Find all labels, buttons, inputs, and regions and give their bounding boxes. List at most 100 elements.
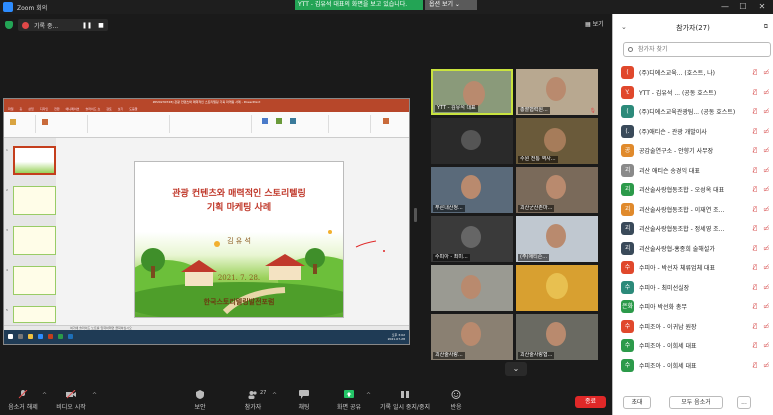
participant-row[interactable]: 괴 괴산 애티슨 송경익 대표 🎙̸ ▭̸ [621,161,771,180]
video-off-icon[interactable]: ▭̸ [763,225,769,232]
chat-button[interactable]: 채팅 [294,390,314,411]
participant-row[interactable]: 괴 괴산술사랑협동조합 - 이재연 조... 🎙̸ ▭̸ [621,200,771,219]
video-off-icon[interactable]: ▭̸ [763,342,769,349]
video-tile[interactable]: 수피아 - 최미... [431,216,513,262]
participant-search-input[interactable] [623,42,771,57]
video-off-icon[interactable]: ▭̸ [763,323,769,330]
video-off-icon[interactable]: ▭̸ [763,362,769,369]
participant-row[interactable]: ((주)디에스교육관광팀... (공동 호스트) 🎙̸ ▭̸ [621,102,771,121]
reactions-button[interactable]: 반응 [446,390,466,411]
video-tile[interactable] [431,118,513,164]
video-off-icon[interactable]: ▭̸ [763,245,769,252]
minimize-button[interactable]: — [718,1,732,12]
muted-mic-icon[interactable]: 🎙̸ [753,303,757,310]
muted-mic-icon[interactable]: 🎙̸ [753,206,757,213]
participant-row[interactable]: (. (주)애티슨 - 관광 개발이사 🎙̸ ▭̸ [621,122,771,141]
muted-mic-icon[interactable]: 🎙̸ [753,69,757,76]
view-options-button[interactable]: 옵션 보기 ⌄ [425,0,477,10]
participant-row[interactable]: 괴 괴산술사랑협-홍종희 술해설가 🎙̸ ▭̸ [621,239,771,258]
chrome-app-icon[interactable] [58,334,63,339]
muted-mic-icon[interactable]: 🎙̸ [753,342,757,349]
muted-mic-icon[interactable]: 🎙̸ [753,128,757,135]
security-button[interactable]: 보안 [190,390,210,411]
slide-thumbnail[interactable] [13,186,56,215]
video-off-icon[interactable]: ▭̸ [763,264,769,271]
muted-mic-icon[interactable]: 🎙̸ [753,264,757,271]
stop-recording-button[interactable]: ■ [96,22,106,29]
security-shield-icon[interactable] [5,21,13,29]
muted-mic-icon[interactable]: 🎙̸ [753,167,757,174]
video-off-icon[interactable]: ▭̸ [763,69,769,76]
slide-thumbnail[interactable] [13,306,56,323]
muted-mic-icon[interactable]: 🎙̸ [753,186,757,193]
video-tile[interactable]: 괴산군산촌마... [516,167,598,213]
video-tile[interactable] [431,265,513,311]
word-app-icon[interactable] [68,334,73,339]
video-tile[interactable]: YTT - 김유석 대표 [431,69,513,115]
pause-stop-recording-button[interactable]: 기록 일시 중지/중지 [376,390,434,411]
video-tile[interactable]: 수원 전통 역사... [516,118,598,164]
share-options-caret-icon[interactable]: ^ [366,392,371,399]
video-off-icon[interactable]: ▭̸ [763,89,769,96]
slide-thumbnail[interactable] [13,266,56,295]
muted-mic-icon[interactable]: 🎙̸ [753,89,757,96]
video-tile[interactable] [516,265,598,311]
slide-thumbnail[interactable] [13,226,56,255]
video-off-icon[interactable]: ▭̸ [763,147,769,154]
participant-row[interactable]: 수 수피조아 - 이귀남 원장 🎙̸ ▭̸ [621,317,771,336]
video-tile[interactable]: (주)애티슨... [516,216,598,262]
gallery-scroll-down-button[interactable]: ⌄ [505,362,527,376]
participant-row[interactable]: 수 수피조아 - 이희세 대표 🎙̸ ▭̸ [621,356,771,375]
video-options-caret-icon[interactable]: ^ [92,392,97,399]
invite-button[interactable]: 초대 [623,396,651,409]
slide-thumbnail[interactable] [13,146,56,175]
video-tile-name: 총괄협력원... [518,107,550,114]
windows-start-icon[interactable] [8,334,13,339]
participant-row[interactable]: 은화 수피아 박선화 총무 🎙̸ ▭̸ [621,297,771,316]
muted-mic-icon[interactable]: 🎙̸ [753,245,757,252]
powerpoint-app-icon[interactable] [48,334,53,339]
audio-options-caret-icon[interactable]: ^ [42,392,47,399]
video-tile[interactable]: 괴산술사랑협... [516,314,598,360]
muted-mic-icon[interactable]: 🎙̸ [753,284,757,291]
popout-panel-icon[interactable]: ⧉ [764,23,768,31]
muted-mic-icon[interactable]: 🎙̸ [753,323,757,330]
participant-row[interactable]: 괴 괴산술사랑협동조합 - 정세영 조... 🎙̸ ▭̸ [621,219,771,238]
video-off-icon[interactable]: ▭̸ [763,284,769,291]
gallery-resize-handle[interactable] [414,208,417,222]
search-icon[interactable] [18,334,23,339]
video-tile[interactable]: 푸른내산청... [431,167,513,213]
video-tile[interactable]: 괴산술사랑... [431,314,513,360]
muted-mic-icon[interactable]: 🎙̸ [753,362,757,369]
participant-row[interactable]: 수 수피아 - 박선자 체류업체 대표 🎙̸ ▭̸ [621,258,771,277]
muted-mic-icon[interactable]: 🎙̸ [753,147,757,154]
share-screen-button[interactable]: 화면 공유 [333,390,365,411]
participants-options-caret-icon[interactable]: ^ [272,392,277,399]
muted-mic-icon[interactable]: 🎙̸ [753,108,757,115]
pause-recording-button[interactable]: ❚❚ [82,22,92,29]
start-video-button[interactable]: 비디오 시작 [52,390,90,411]
video-off-icon[interactable]: ▭̸ [763,167,769,174]
zoom-app-icon[interactable] [38,334,43,339]
participant-row[interactable]: 수 수피조아 - 이희세 대표 🎙̸ ▭̸ [621,336,771,355]
end-meeting-button[interactable]: 종료 [575,396,606,408]
video-off-icon[interactable]: ▭̸ [763,186,769,193]
more-options-button[interactable]: ... [737,396,751,409]
video-off-icon[interactable]: ▭̸ [763,128,769,135]
participant-row[interactable]: ((주)디에스교육... (호스트, 나) 🎙̸ ▭̸ [621,63,771,82]
file-explorer-icon[interactable] [28,334,33,339]
video-off-icon[interactable]: ▭̸ [763,206,769,213]
participant-row[interactable]: 괴 괴산술사랑협동조합 - 오성옥 대표 🎙̸ ▭̸ [621,180,771,199]
maximize-button[interactable]: ☐ [736,1,750,12]
video-tile[interactable]: 총괄협력원... 🎙 [516,69,598,115]
participant-row[interactable]: 수 수피아 - 최미선실장 🎙̸ ▭̸ [621,278,771,297]
view-button[interactable]: ▦ 보기 [585,19,604,28]
mute-all-button[interactable]: 모두 음소거 [669,396,723,409]
participant-row[interactable]: Y. YTT - 김유석 ... (공동 호스트) 🎙̸ ▭̸ [621,83,771,102]
close-window-button[interactable]: ✕ [755,1,769,12]
video-off-icon[interactable]: ▭̸ [763,108,769,115]
participant-row[interactable]: 공 공감술연구소 - 안향기 사무장 🎙̸ ▭̸ [621,141,771,160]
video-off-icon[interactable]: ▭̸ [763,303,769,310]
muted-mic-icon[interactable]: 🎙̸ [753,225,757,232]
unmute-button[interactable]: 음소거 해제 [5,390,41,411]
